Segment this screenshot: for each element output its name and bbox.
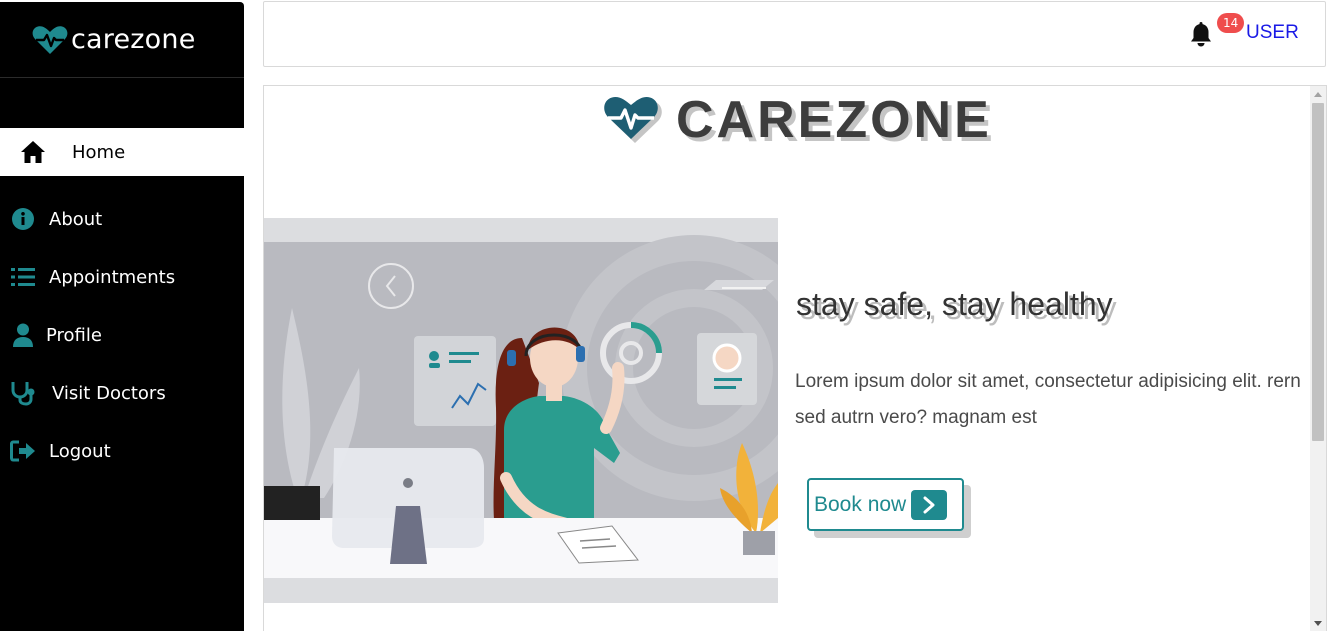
book-now-label: Book now bbox=[814, 492, 907, 516]
hero-headline: stay safe, stay healthy bbox=[796, 286, 1113, 322]
sidebar-item-label: Appointments bbox=[49, 266, 176, 288]
hero-brand-name: CAREZONE bbox=[676, 91, 992, 149]
sidebar-item-visit-doctors[interactable]: Visit Doctors bbox=[0, 364, 244, 422]
notification-badge: 14 bbox=[1217, 13, 1245, 33]
scroll-thumb[interactable] bbox=[1312, 103, 1324, 441]
stethoscope-icon bbox=[10, 380, 36, 406]
app-window: carezone Home About Appointments Profile… bbox=[0, 0, 1336, 631]
receptionist-illustration bbox=[264, 218, 778, 603]
sidebar-item-logout[interactable]: Logout bbox=[0, 422, 244, 480]
sidebar-item-label: Visit Doctors bbox=[52, 382, 166, 404]
main-content: CAREZONE stay safe, stay healthy Lorem i… bbox=[263, 85, 1327, 631]
heart-pulse-icon bbox=[604, 97, 662, 143]
sidebar-item-label: About bbox=[49, 208, 103, 230]
scroll-up-arrow-icon[interactable] bbox=[1314, 92, 1322, 97]
sidebar-item-home[interactable]: Home bbox=[0, 128, 244, 176]
sidebar-nav: Home About Appointments Profile Visit Do… bbox=[0, 128, 244, 480]
book-now-button[interactable]: Book now bbox=[807, 478, 964, 531]
sidebar-item-label: Profile bbox=[46, 324, 102, 346]
sidebar-item-about[interactable]: About bbox=[0, 190, 244, 248]
bell-icon[interactable] bbox=[1189, 22, 1213, 48]
sidebar-item-label: Logout bbox=[49, 440, 111, 462]
hero-description: Lorem ipsum dolor sit amet, consectetur … bbox=[795, 371, 1301, 428]
list-icon bbox=[10, 264, 36, 290]
hero-logo: CAREZONE bbox=[604, 91, 992, 149]
brand-name: carezone bbox=[71, 24, 196, 55]
sidebar-item-label: Home bbox=[72, 141, 126, 163]
user-menu-link[interactable]: USER bbox=[1246, 22, 1299, 44]
user-icon bbox=[10, 322, 36, 348]
sidebar-item-profile[interactable]: Profile bbox=[0, 306, 244, 364]
chevron-right-icon bbox=[911, 489, 948, 520]
logout-icon bbox=[10, 438, 36, 464]
scroll-down-arrow-icon[interactable] bbox=[1314, 621, 1322, 626]
brand-logo[interactable]: carezone bbox=[0, 2, 244, 78]
info-circle-icon bbox=[10, 206, 36, 232]
main-scrollbar[interactable] bbox=[1310, 86, 1326, 631]
heart-pulse-icon bbox=[32, 25, 68, 54]
top-header: 14 USER bbox=[263, 1, 1326, 67]
sidebar: carezone Home About Appointments Profile… bbox=[0, 2, 244, 631]
sidebar-item-appointments[interactable]: Appointments bbox=[0, 248, 244, 306]
home-icon bbox=[20, 139, 46, 165]
